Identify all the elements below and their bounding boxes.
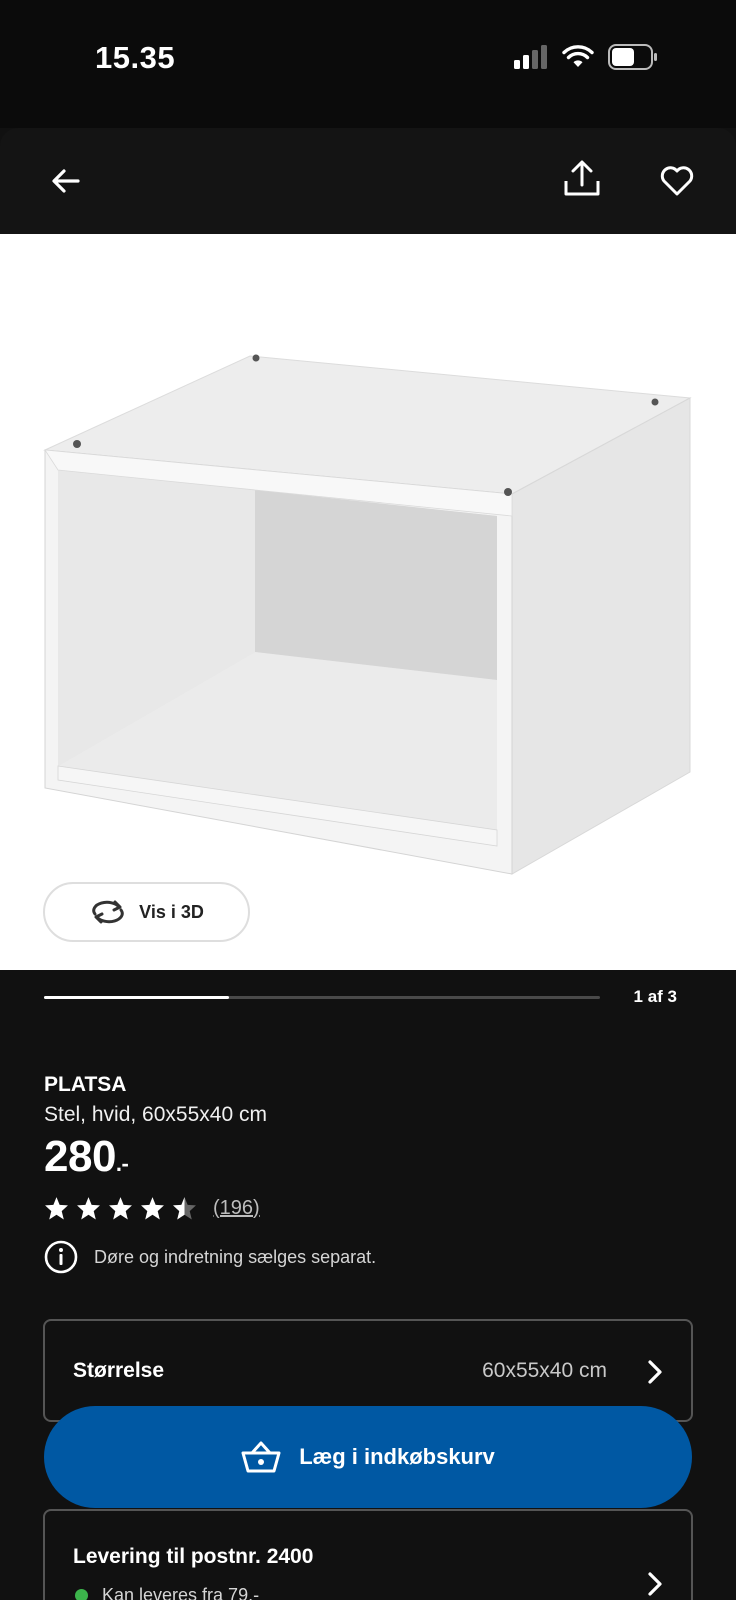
view-3d-label: Vis i 3D	[139, 901, 204, 922]
gallery-progress: 1 af 3	[44, 987, 694, 1010]
star-icon	[109, 1197, 132, 1220]
info-icon	[44, 1240, 78, 1274]
rating-stars	[44, 1196, 197, 1220]
gallery-progress-track	[44, 996, 600, 999]
product-rating[interactable]: (196)	[44, 1196, 260, 1220]
favorite-button[interactable]	[649, 153, 705, 209]
gallery-progress-fill	[44, 996, 230, 999]
info-note-text: Døre og indretning sælges separat.	[94, 1246, 377, 1267]
add-to-cart-label: Læg i indkøbskurv	[299, 1444, 495, 1469]
delivery-card[interactable]: Levering til postnr. 2400 Kan leveres fr…	[43, 1509, 693, 1600]
signal-icon	[514, 45, 547, 69]
heart-icon	[660, 166, 694, 196]
price-value: 280	[44, 1132, 116, 1181]
star-icon	[141, 1197, 164, 1220]
status-time: 15.35	[95, 40, 176, 75]
product-price: 280.-	[44, 1132, 129, 1182]
delivery-title: Levering til postnr. 2400	[73, 1545, 314, 1568]
star-icon	[45, 1197, 68, 1220]
arrow-left-icon	[52, 169, 80, 193]
product-image-area[interactable]: Vis i 3D	[0, 234, 736, 970]
chevron-right-icon	[648, 1360, 662, 1384]
share-icon	[564, 160, 600, 196]
star-icon	[77, 1197, 100, 1220]
share-button[interactable]	[554, 151, 610, 207]
wifi-icon	[562, 45, 594, 67]
size-value: 60x55x40 cm	[482, 1359, 607, 1382]
star-half-icon	[173, 1197, 196, 1220]
status-bar: 15.35	[0, 0, 736, 128]
size-label: Størrelse	[73, 1359, 165, 1382]
delivery-status: Kan leveres fra 79.-	[75, 1585, 259, 1600]
product-description: Stel, hvid, 60x55x40 cm	[44, 1103, 267, 1126]
info-note: Døre og indretning sælges separat.	[44, 1240, 376, 1274]
price-suffix: .-	[115, 1151, 129, 1176]
review-count-link[interactable]: (196)	[213, 1197, 260, 1220]
back-button[interactable]	[38, 153, 94, 209]
view-3d-button[interactable]: Vis i 3D	[43, 882, 250, 942]
rotate-3d-icon	[92, 900, 124, 924]
gallery-page-counter: 1 af 3	[633, 987, 677, 1006]
product-image	[43, 354, 692, 875]
delivery-status-dot	[75, 1589, 88, 1600]
delivery-status-text: Kan leveres fra 79.-	[102, 1585, 260, 1600]
basket-icon	[241, 1441, 281, 1473]
status-icons	[514, 44, 658, 70]
product-name: PLATSA	[44, 1073, 127, 1096]
top-navigation	[0, 128, 736, 234]
product-screen: 15.35 Vis i 3D 1 af 3 PLATSA Stel, hvid,…	[0, 0, 736, 1600]
add-to-cart-button[interactable]: Læg i indkøbskurv	[44, 1406, 692, 1508]
battery-icon	[608, 44, 657, 70]
chevron-right-icon	[648, 1572, 662, 1596]
